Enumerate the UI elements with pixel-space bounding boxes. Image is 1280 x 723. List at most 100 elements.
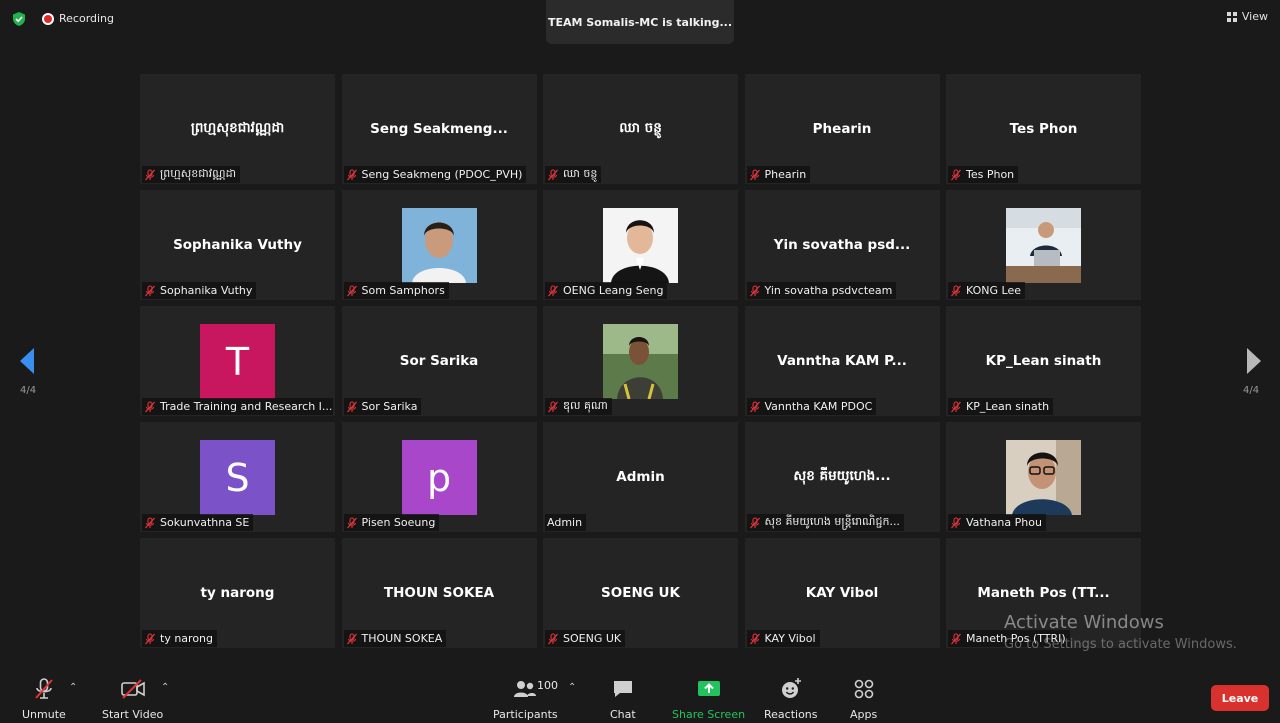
participant-nameplate: Sokunvathna SE	[142, 514, 254, 531]
participant-name-label: Sophanika Vuthy	[160, 284, 253, 297]
participant-name-label: THOUN SOKEA	[361, 632, 443, 645]
top-bar: Recording TEAM Somalis-MC is talking... …	[0, 0, 1280, 44]
participant-name-label: Yin sovatha psdvcteam	[764, 284, 893, 297]
participant-tile[interactable]: Som Samphors	[341, 190, 537, 300]
muted-mic-icon	[346, 400, 357, 412]
participant-name-label: KP_Lean sinath	[966, 400, 1050, 413]
participant-tile[interactable]: Vathana Phou	[946, 422, 1141, 532]
participant-tile[interactable]: Vanntha KAM P... Vanntha KAM PDOC	[744, 306, 940, 416]
participant-tile[interactable]: Yin sovatha psd... Yin sovatha psdvcteam	[744, 190, 940, 300]
unmute-button[interactable]: Unmute	[22, 676, 66, 721]
participant-nameplate: Vanntha KAM PDOC	[746, 398, 877, 415]
participant-nameplate: KP_Lean sinath	[948, 398, 1054, 415]
muted-mic-icon	[346, 632, 357, 644]
participant-tile[interactable]: ឌុល គុណា	[543, 306, 738, 416]
participant-tile[interactable]: Admin Admin	[543, 422, 738, 532]
participant-nameplate: Trade Training and Research I...	[142, 398, 333, 415]
participant-tile[interactable]: OENG Leang Seng	[543, 190, 738, 300]
participant-name-label: Som Samphors	[361, 284, 445, 297]
participant-tile[interactable]: S Sokunvathna SE	[140, 422, 335, 532]
participant-nameplate: THOUN SOKEA	[343, 630, 447, 647]
participant-tile[interactable]: ឈា ចន្ថូ ឈា ចន្ថូ	[543, 74, 738, 184]
previous-page-arrow-icon[interactable]	[18, 347, 36, 375]
share-screen-label: Share Screen	[672, 708, 746, 721]
participant-nameplate: ty narong	[142, 630, 217, 647]
video-options-caret-icon[interactable]: ⌃	[161, 682, 169, 693]
participant-tile[interactable]: SOENG UK SOENG UK	[543, 538, 738, 648]
participant-tile[interactable]: p Pisen Soeung	[341, 422, 537, 532]
leave-button[interactable]: Leave	[1211, 685, 1269, 711]
apps-label: Apps	[850, 708, 878, 721]
participants-label: Participants	[493, 708, 558, 721]
participant-name-label: Sor Sarika	[361, 400, 418, 413]
muted-mic-icon	[749, 632, 760, 644]
participant-nameplate: សុខ គីមយូហេង មន្ត្រីរោណិជ្ជក...	[746, 514, 904, 531]
participant-profile-photo	[1006, 440, 1081, 515]
chat-button[interactable]: Chat	[610, 676, 636, 721]
chat-label: Chat	[610, 708, 636, 721]
participant-tile[interactable]: KAY Vibol KAY Vibol	[744, 538, 940, 648]
muted-mic-icon	[749, 400, 760, 412]
participant-tile[interactable]: Sor Sarika Sor Sarika	[341, 306, 537, 416]
recording-dot-icon	[42, 12, 54, 25]
recording-indicator[interactable]: Recording	[42, 12, 114, 25]
participant-tile[interactable]: THOUN SOKEA THOUN SOKEA	[341, 538, 537, 648]
reactions-button[interactable]: Reactions	[764, 676, 818, 721]
participant-tile[interactable]: Seng Seakmeng... Seng Seakmeng (PDOC_PVH)	[341, 74, 537, 184]
participant-tile[interactable]: T Trade Training and Research I...	[140, 306, 335, 416]
start-video-button[interactable]: Start Video	[102, 676, 163, 721]
participant-initial-avatar: p	[401, 440, 477, 515]
page-indicator-right: 4/4	[1243, 385, 1260, 396]
view-label: View	[1241, 10, 1268, 23]
share-screen-icon	[697, 681, 720, 696]
participant-nameplate: KAY Vibol	[746, 630, 820, 647]
next-page-arrow-icon[interactable]	[1245, 347, 1263, 375]
participant-nameplate: Vathana Phou	[948, 514, 1046, 531]
participants-options-caret-icon[interactable]: ⌃	[568, 682, 576, 693]
muted-mic-icon	[548, 284, 558, 296]
participant-tile[interactable]: KP_Lean sinath KP_Lean sinath	[946, 306, 1141, 416]
muted-mic-icon	[548, 632, 558, 644]
active-speaker-banner: TEAM Somalis-MC is talking...	[546, 0, 734, 44]
apps-button[interactable]: Apps	[850, 676, 877, 721]
participant-name-label: Seng Seakmeng (PDOC_PVH)	[361, 168, 523, 181]
muted-mic-icon	[346, 284, 357, 296]
participant-name-label: Phearin	[764, 168, 807, 181]
participant-tile[interactable]: Sophanika Vuthy Sophanika Vuthy	[140, 190, 335, 300]
muted-mic-icon	[145, 400, 155, 412]
participant-tile[interactable]: សុខ គីមយូហេង... សុខ គីមយូហេង មន្ត្រីរោណិជ…	[744, 422, 940, 532]
participant-name-label: Vanntha KAM PDOC	[764, 400, 873, 413]
muted-mic-icon	[951, 400, 961, 412]
participant-tile[interactable]: Phearin Phearin	[744, 74, 940, 184]
participant-name-label: OENG Leang Seng	[563, 284, 664, 297]
participant-nameplate: KONG Lee	[948, 282, 1025, 299]
view-button[interactable]: View	[1226, 10, 1268, 23]
participant-profile-photo	[603, 208, 678, 283]
reactions-icon	[781, 678, 801, 698]
participant-name-label: Sokunvathna SE	[160, 516, 250, 529]
participant-nameplate: SOENG UK	[545, 630, 626, 647]
participant-initial-avatar: T	[200, 324, 275, 399]
participant-tile[interactable]: Tes Phon Tes Phon	[946, 74, 1141, 184]
participant-nameplate: Seng Seakmeng (PDOC_PVH)	[343, 166, 527, 183]
participant-name-label: KAY Vibol	[764, 632, 816, 645]
meeting-toolbar: Unmute ⌃ Start Video ⌃ Participants 100 …	[0, 670, 1280, 723]
reactions-label: Reactions	[764, 708, 818, 721]
audio-options-caret-icon[interactable]: ⌃	[69, 682, 77, 693]
participant-tile[interactable]: KONG Lee	[946, 190, 1141, 300]
participant-name-label: Trade Training and Research I...	[160, 400, 333, 413]
participant-name-label: សុខ គីមយូហេង មន្ត្រីរោណិជ្ជក...	[764, 514, 900, 528]
participant-tile[interactable]: ty narong ty narong	[140, 538, 335, 648]
unmute-label: Unmute	[22, 708, 66, 721]
participant-tile[interactable]: ព្រហ្មសុខជាវណ្ណដា ព្រហ្មសុខជាវណ្ណដា	[140, 74, 335, 184]
share-screen-button[interactable]: Share Screen	[672, 676, 745, 721]
muted-mic-icon	[951, 168, 961, 180]
participant-name-label: SOENG UK	[563, 632, 622, 645]
muted-mic-icon	[145, 632, 155, 644]
recording-label: Recording	[59, 12, 115, 25]
participant-name-label: KONG Lee	[966, 284, 1021, 297]
shield-check-icon[interactable]	[11, 11, 27, 27]
participants-icon	[514, 681, 537, 697]
participant-nameplate: Yin sovatha psdvcteam	[746, 282, 897, 299]
apps-icon	[854, 679, 873, 699]
